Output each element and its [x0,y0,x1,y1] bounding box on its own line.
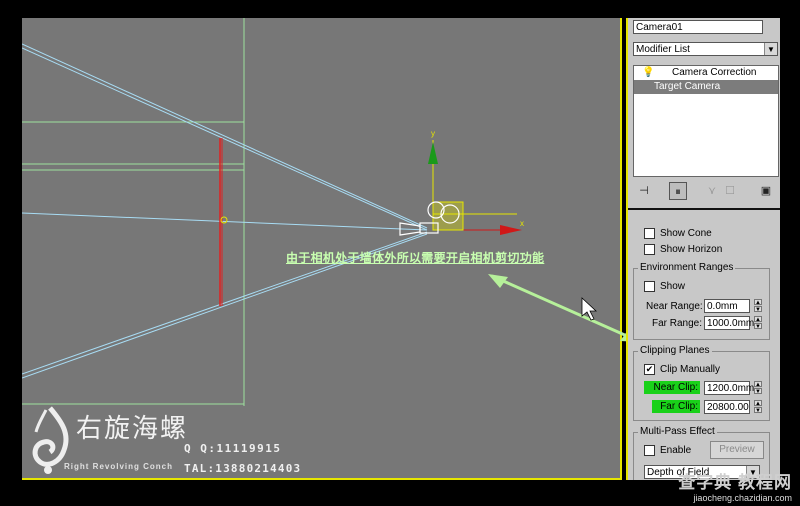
group-title: Clipping Planes [638,345,712,356]
remove-modifier-icon[interactable]: ☐ [721,182,739,200]
far-clip-input[interactable]: 20800.00 [704,400,750,414]
modifier-list-label: Modifier List [636,44,690,55]
brand-phone: TAL:13880214403 [184,462,302,475]
watermark-title: 查字典 教程网 [678,473,792,492]
divider [628,208,780,210]
modifier-stack[interactable]: 💡 Camera Correction Target Camera [633,65,779,177]
clipping-planes-group: Clipping Planes ✔ Clip Manually Near Clip… [633,345,770,421]
checkbox-box [644,445,655,456]
stack-item-label: Target Camera [654,81,721,92]
near-clip-spinner[interactable]: ▲ ▼ [754,381,762,395]
far-range-input[interactable]: 1000.0mm [704,316,754,330]
configure-sets-icon[interactable]: ▣ [757,182,775,200]
show-horizon-checkbox[interactable]: Show Horizon [644,244,722,255]
stack-item-label: Camera Correction [672,67,757,78]
checkbox-label: Clip Manually [660,364,721,375]
checkbox-label: Show Horizon [660,244,723,255]
far-clip-spinner[interactable]: ▲ ▼ [754,400,762,414]
pin-stack-icon[interactable]: ⊣ [635,182,653,200]
near-range-label: Near Range: [646,301,703,312]
axis-y-text: y [431,129,435,138]
checkbox-box [644,281,655,292]
brand-logo: 右旋海螺 Right Revolving Conch Q Q:11119915 … [28,400,328,482]
near-clip-label: Near Clip: [644,381,700,394]
annotation-text: 由于相机处于墙体外所以需要开启相机剪切功能 [286,251,545,265]
gizmo-x-arrow [500,225,522,235]
lightbulb-icon[interactable]: 💡 [642,66,654,80]
frustum-line [22,47,428,231]
multipass-enable-checkbox[interactable]: Enable [644,445,691,456]
checkbox-label: Enable [660,445,692,456]
checkbox-box: ✔ [644,364,655,375]
command-panel: Camera01 Modifier List ▼ 💡 Camera Correc… [626,18,780,480]
checkbox-label: Show [660,281,686,292]
show-cone-checkbox[interactable]: Show Cone [644,228,712,239]
chevron-down-icon: ▼ [764,43,777,55]
axis-x-text: x [520,219,524,228]
far-range-spinner[interactable]: ▲ ▼ [754,316,762,330]
near-clip-input[interactable]: 1200.0mm [704,381,754,395]
frustum-line [22,43,428,229]
watermark-url: jiaocheng.chazidian.com [693,493,792,503]
site-watermark: 查字典 教程网 jiaocheng.chazidian.com [660,468,792,503]
brand-qq: Q Q:11119915 [184,442,282,455]
checkbox-box [644,228,655,239]
preview-button[interactable]: Preview [710,441,764,459]
environment-ranges-group: Environment Ranges Show Near Range: 0.0m… [633,262,770,340]
far-range-label: Far Range: [652,318,703,329]
stack-toolbar: ⊣ ⏸ ⋎ ☐ ▣ [633,182,777,202]
env-show-checkbox[interactable]: Show [644,281,685,292]
modifier-list-dropdown[interactable]: Modifier List ▼ [633,42,778,56]
stack-item-target-camera[interactable]: Target Camera [634,80,778,94]
checkbox-label: Show Cone [660,228,712,239]
stack-item-camera-correction[interactable]: 💡 Camera Correction [634,66,778,80]
near-range-input[interactable]: 0.0mm [704,299,750,313]
gizmo-y-arrow [428,142,438,164]
object-name-field[interactable]: Camera01 [633,20,763,34]
group-title: Environment Ranges [638,262,736,273]
brand-name-cn: 右旋海螺 [76,414,189,444]
show-end-result-icon[interactable]: ⏸ [669,182,687,200]
make-unique-icon[interactable]: ⋎ [703,182,721,200]
brand-name-en: Right Revolving Conch [64,462,173,471]
group-title: Multi-Pass Effect [638,426,717,437]
clip-manually-checkbox[interactable]: ✔ Clip Manually [644,364,720,375]
checkbox-box [644,244,655,255]
frustum-line [22,212,428,231]
far-clip-label: Far Clip: [652,400,700,413]
near-range-spinner[interactable]: ▲ ▼ [754,299,762,313]
